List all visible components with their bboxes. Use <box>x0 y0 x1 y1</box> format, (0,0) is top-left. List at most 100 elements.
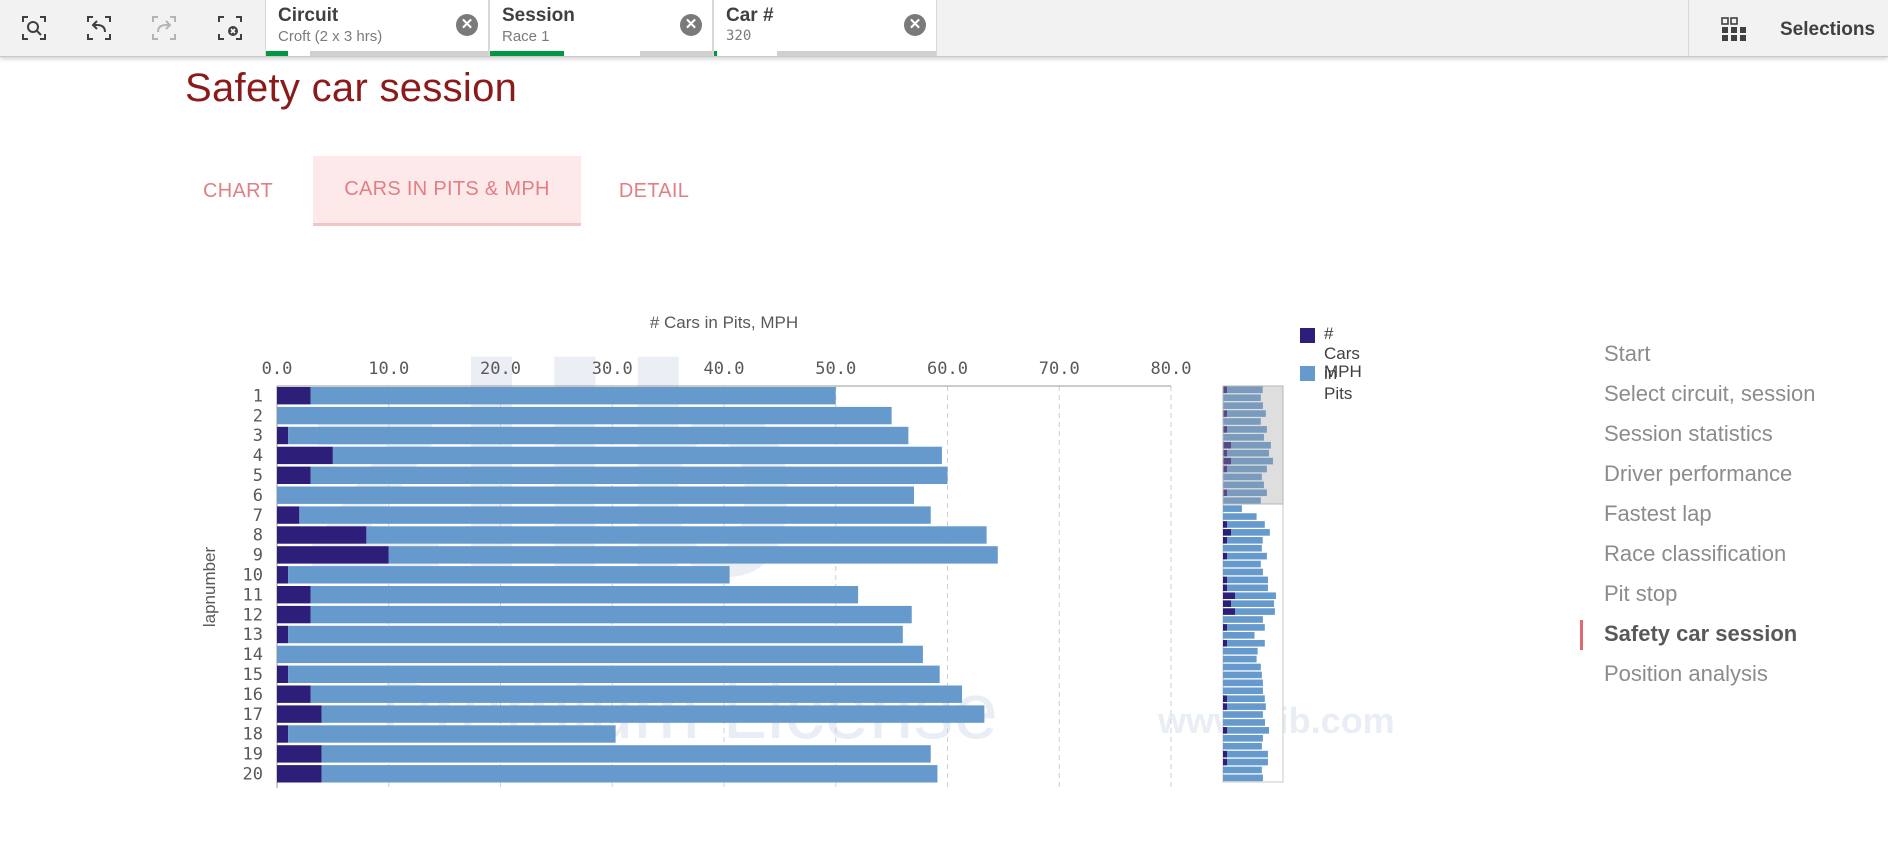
minimap-bar-mph <box>1223 505 1242 512</box>
bar-mph <box>288 625 903 644</box>
nav-item-fastest-lap[interactable]: Fastest lap <box>1580 496 1880 536</box>
bar-mph <box>321 765 938 783</box>
bar-cars-in-pits <box>277 625 289 644</box>
bar-mph <box>310 586 859 604</box>
bar-cars-in-pits <box>277 725 289 743</box>
bar-cars-in-pits <box>277 685 311 703</box>
minimap-bar-mph <box>1223 663 1261 671</box>
minimap-bar-mph <box>1227 576 1268 584</box>
nav-item-safety-car-session[interactable]: Safety car session <box>1580 616 1880 656</box>
y-tick-label: 12 <box>243 605 263 625</box>
minimap-bar-mph <box>1223 647 1258 655</box>
minimap-bar-cars-in-pits <box>1223 695 1227 702</box>
minimap-bar-mph <box>1223 774 1263 782</box>
nav-item-select-circuit-session[interactable]: Select circuit, session <box>1580 376 1880 416</box>
bar-mph <box>277 406 892 425</box>
bar-mph <box>388 546 998 564</box>
minimap-bar-mph <box>1223 742 1262 750</box>
minimap-bar-mph <box>1223 734 1263 742</box>
minimap-bar-mph <box>1223 544 1262 552</box>
minimap-bar-mph <box>1223 711 1263 718</box>
minimap-bar-mph <box>1223 671 1262 679</box>
bar-mph <box>310 605 912 624</box>
minimap-bar-mph <box>1223 687 1263 695</box>
minimap-bar-mph <box>1227 703 1266 710</box>
y-axis-label: lapnumber <box>200 546 219 627</box>
x-tick-label: 20.0 <box>480 359 521 379</box>
minimap-bar-cars-in-pits <box>1223 529 1231 536</box>
y-tick-label: 16 <box>243 685 263 705</box>
bar-cars-in-pits <box>277 665 289 683</box>
legend-label: MPH <box>1324 362 1362 381</box>
minimap-bar-cars-in-pits <box>1223 552 1227 560</box>
minimap-bar-mph <box>1223 616 1263 623</box>
minimap-bar-mph <box>1227 624 1265 631</box>
bar-cars-in-pits <box>277 546 389 564</box>
minimap-bar-cars-in-pits <box>1223 750 1227 758</box>
y-tick-label: 5 <box>253 466 263 486</box>
minimap-bar-mph <box>1227 758 1268 766</box>
minimap-bar-mph <box>1227 639 1265 647</box>
y-tick-label: 19 <box>243 745 263 765</box>
y-tick-label: 20 <box>243 765 263 785</box>
minimap-bar-mph <box>1223 766 1262 774</box>
nav-item-start[interactable]: Start <box>1580 336 1880 376</box>
nav-item-driver-performance[interactable]: Driver performance <box>1580 456 1880 496</box>
minimap-bar-cars-in-pits <box>1223 703 1227 710</box>
x-tick-label: 30.0 <box>592 359 633 379</box>
bar-mph <box>366 526 987 544</box>
minimap-bar-mph <box>1223 632 1255 639</box>
minimap-bar-cars-in-pits <box>1223 536 1227 544</box>
x-tick-label: 60.0 <box>927 359 968 379</box>
bar-mph <box>277 486 914 504</box>
nav-item-session-statistics[interactable]: Session statistics <box>1580 416 1880 456</box>
nav-item-race-classification[interactable]: Race classification <box>1580 536 1880 576</box>
minimap-bar-mph <box>1231 600 1275 607</box>
minimap-bar-mph <box>1223 513 1257 520</box>
bar-mph <box>321 745 931 763</box>
bar-cars-in-pits <box>277 466 311 484</box>
y-tick-label: 11 <box>243 585 263 605</box>
minimap-bar-cars-in-pits <box>1223 758 1227 766</box>
minimap-bar-cars-in-pits <box>1223 639 1227 647</box>
bar-cars-in-pits <box>277 745 322 763</box>
bar-cars-in-pits <box>277 605 311 624</box>
bar-mph <box>288 426 909 445</box>
minimap-bar-mph <box>1235 608 1275 615</box>
y-tick-label: 1 <box>253 386 263 406</box>
y-tick-label: 8 <box>253 526 263 546</box>
bar-cars-in-pits <box>277 387 311 405</box>
nav-item-position-analysis[interactable]: Position analysis <box>1580 656 1880 696</box>
y-tick-label: 10 <box>243 566 263 586</box>
bar-mph <box>332 446 942 465</box>
minimap-bar-mph <box>1227 727 1269 734</box>
bar-cars-in-pits <box>277 586 311 604</box>
bar-cars-in-pits <box>277 506 300 524</box>
minimap-bar-mph <box>1223 719 1265 726</box>
bar-mph <box>288 566 730 584</box>
x-tick-label: 70.0 <box>1039 359 1080 379</box>
minimap-bar-cars-in-pits <box>1223 521 1227 528</box>
bar-cars-in-pits <box>277 765 322 783</box>
x-tick-label: 50.0 <box>815 359 856 379</box>
bar-mph <box>310 466 948 484</box>
minimap-bar-cars-in-pits <box>1223 727 1227 734</box>
minimap-bar-mph <box>1231 529 1270 536</box>
bar-cars-in-pits <box>277 566 289 584</box>
bar-mph <box>288 725 616 743</box>
legend-swatch <box>1300 366 1315 381</box>
y-tick-label: 6 <box>253 486 263 506</box>
minimap-scroll-thumb[interactable] <box>1222 385 1284 505</box>
y-tick-label: 18 <box>243 725 263 745</box>
minimap-bar-mph <box>1223 655 1257 663</box>
minimap-bar-cars-in-pits <box>1223 624 1227 631</box>
nav-item-pit-stop[interactable]: Pit stop <box>1580 576 1880 616</box>
minimap-bar-mph <box>1235 592 1276 600</box>
bar-mph <box>310 387 836 405</box>
sheet-navigation: Start Select circuit, session Session st… <box>1580 336 1880 696</box>
minimap-bar-mph <box>1227 521 1265 528</box>
bar-mph <box>299 506 931 524</box>
x-tick-label: 10.0 <box>368 359 409 379</box>
bar-cars-in-pits <box>277 426 289 445</box>
minimap-bar-cars-in-pits <box>1223 608 1235 615</box>
